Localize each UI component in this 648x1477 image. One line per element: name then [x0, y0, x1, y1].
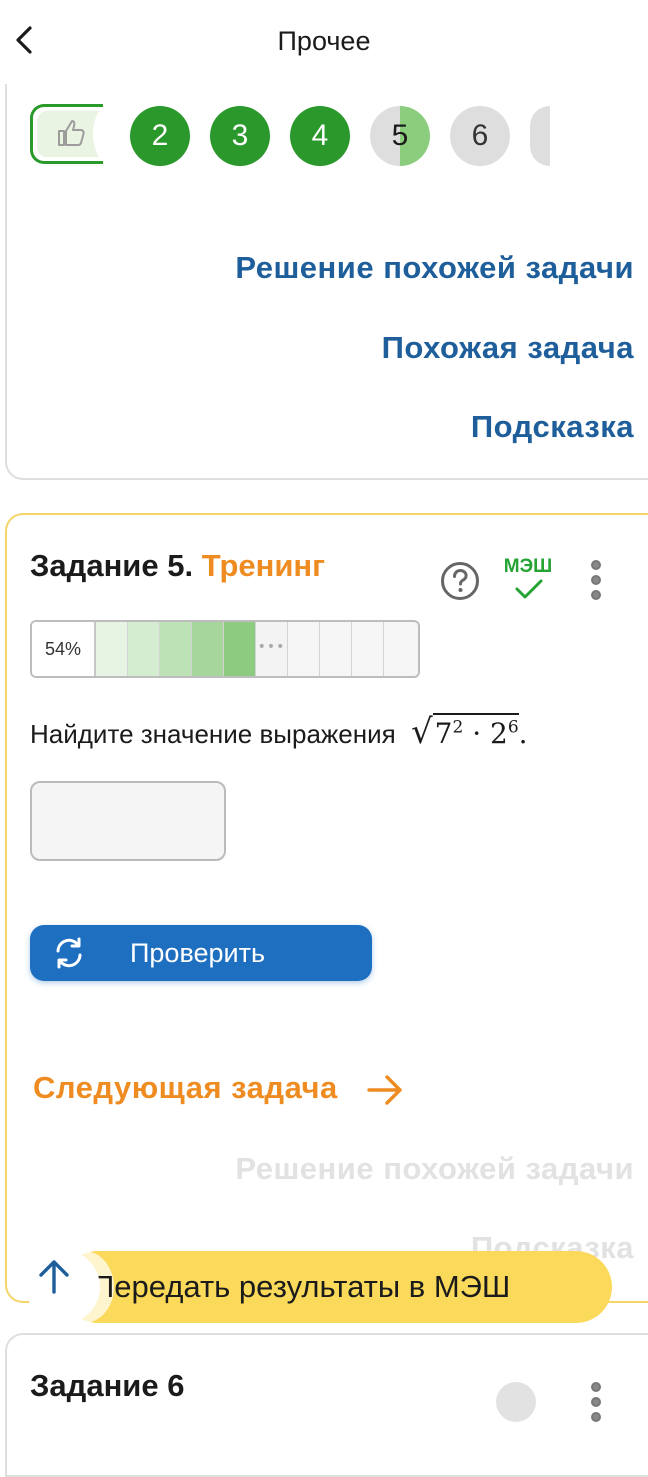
- checkmark-icon: [515, 579, 543, 599]
- arrow-up-icon: [39, 1260, 69, 1294]
- status-indicator: [496, 1382, 536, 1422]
- hint-link[interactable]: Подсказка: [471, 409, 634, 445]
- arrow-right-icon[interactable]: [366, 1074, 404, 1106]
- page-title: Прочее: [277, 26, 371, 56]
- step-4[interactable]: 4: [290, 106, 350, 166]
- similar-solution-link[interactable]: Решение похожей задачи: [235, 1151, 634, 1187]
- top-bar: Прочее: [0, 0, 648, 84]
- similar-solution-link[interactable]: Решение похожей задачи: [235, 250, 634, 286]
- step-3[interactable]: 3: [210, 106, 270, 166]
- step-2[interactable]: 2: [130, 106, 190, 166]
- task-number: Задание 5.: [30, 548, 194, 583]
- progress-more-icon: •••: [256, 622, 288, 676]
- step-5-current[interactable]: 5: [370, 106, 430, 166]
- progress-percent: 54%: [32, 622, 96, 676]
- task-title: Задание 6: [30, 1368, 185, 1403]
- scroll-up-button[interactable]: [26, 1250, 100, 1324]
- problem-text: Найдите значение выражения: [30, 719, 396, 749]
- thumbs-up-icon: [58, 120, 85, 146]
- more-menu-icon[interactable]: [590, 1382, 602, 1428]
- math-expression: √72 · 26.: [410, 712, 528, 752]
- help-icon[interactable]: [440, 561, 480, 601]
- similar-task-link[interactable]: Похожая задача: [382, 330, 634, 366]
- task-title: Задание 5. Тренинг: [30, 548, 325, 584]
- check-button[interactable]: Проверить: [30, 925, 372, 981]
- next-task-link[interactable]: Следующая задача: [33, 1070, 338, 1106]
- task-type: Тренинг: [201, 548, 326, 583]
- answer-input[interactable]: [30, 781, 226, 861]
- progress-bar: 54% •••: [30, 620, 420, 678]
- refresh-icon: [56, 937, 82, 969]
- more-menu-icon[interactable]: [590, 560, 602, 606]
- step-6[interactable]: 6: [450, 106, 510, 166]
- step-like[interactable]: [30, 104, 103, 164]
- mesh-badge: МЭШ: [500, 556, 556, 602]
- send-results-button[interactable]: Передать результаты в МЭШ: [54, 1251, 612, 1323]
- problem-statement: Найдите значение выражения √72 · 26.: [30, 712, 528, 752]
- task-card-6: [5, 1333, 648, 1477]
- step-next-partial[interactable]: [530, 106, 550, 166]
